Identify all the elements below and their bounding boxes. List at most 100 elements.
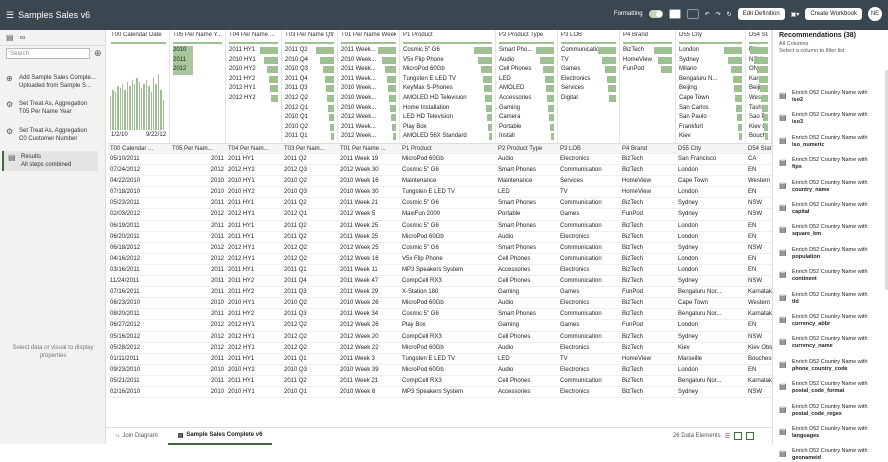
data-tab-icon[interactable]: ▤ <box>6 33 14 42</box>
profile-value[interactable]: Frankfurt <box>679 123 742 133</box>
table-row[interactable]: 03/16/2011 2011 2011 HY1 2011 Q1 2011 Week 1… <box>108 265 772 277</box>
recommendation-item[interactable]: ▤ Enrich D52 Country Name with postal_code… <box>779 404 887 418</box>
recommendation-item[interactable]: ▤ Enrich D52 Country Name with languages <box>779 426 887 440</box>
profile-value[interactable]: Cosmic 5" G6 <box>403 46 492 56</box>
table-row[interactable]: 05/28/2012 2012 2012 HY1 2012 Q2 2012 Week 2… <box>108 343 772 354</box>
profile-value[interactable]: Cell Phones <box>499 65 554 75</box>
table-row[interactable]: 11/24/2011 2011 2011 HY2 2011 Q4 2011 Week 4… <box>108 276 772 288</box>
table-row[interactable]: 01/11/2011 2011 2011 HY1 2011 Q1 2011 Week 3… <box>108 354 772 365</box>
profile-value[interactable]: Play Box <box>403 123 492 133</box>
edit-definition-button[interactable]: Edit Definition <box>737 8 785 20</box>
profile-value[interactable]: Home Installation <box>403 104 492 114</box>
profile-value[interactable]: Kiev Oblast <box>749 123 768 133</box>
profile-column[interactable]: T00 Calendar Date 1/2/10 9/22/12 <box>108 30 170 143</box>
profile-value[interactable]: 2010 Q1 <box>285 113 334 123</box>
recommendation-item[interactable]: ▤ Enrich D52 Country Name with tld <box>779 292 887 306</box>
table-row[interactable]: 05/10/2011 2011 2011 HY1 2011 Q2 2011 Week 1… <box>108 154 772 166</box>
profile-column[interactable]: D55 City London Sydney Milano Bengaluru N...… <box>676 30 746 143</box>
column-header[interactable]: T05 Per Nam... <box>170 144 226 153</box>
table-row[interactable]: 05/23/2011 2011 2011 HY1 2011 Q2 2011 Week 2… <box>108 198 772 210</box>
profile-value[interactable]: 2011 HY2 <box>229 75 278 85</box>
step-results[interactable]: ▤ Results All steps combined <box>2 151 98 171</box>
table-row[interactable]: 07/16/2011 2011 2011 HY2 2011 Q3 2011 Week 2… <box>108 287 772 299</box>
profile-value[interactable]: Kiev <box>679 132 742 142</box>
profile-value[interactable]: Western Ca... <box>749 94 768 104</box>
profile-value[interactable]: Sao Paulo <box>749 113 768 123</box>
profile-value[interactable]: ON <box>749 65 768 75</box>
step-set-treat-as-1[interactable]: ⚙ Set Treat As, Aggregation T05 Per Name … <box>6 100 102 116</box>
table-row[interactable]: 06/20/2011 2011 2011 HY1 2011 Q2 2011 Week 2… <box>108 232 772 243</box>
recommendation-item[interactable]: ▤ Enrich D52 Country Name with square_km <box>779 224 887 238</box>
profile-value[interactable]: Tashkent <box>749 104 768 114</box>
profile-value[interactable]: 2010 Week... <box>341 84 396 94</box>
profile-value[interactable]: Camera <box>499 113 554 123</box>
column-header[interactable]: T01 Per Name ... <box>338 144 400 153</box>
profile-value[interactable]: Install <box>499 132 554 142</box>
profile-value[interactable]: KeyMax S-Phones <box>403 84 492 94</box>
profile-value[interactable]: Bengaluru N... <box>679 75 742 85</box>
recommendation-item[interactable]: ▤ Enrich D52 Country Name with continent <box>779 269 887 283</box>
list-icon[interactable]: ☰ <box>725 433 730 440</box>
recommendation-item[interactable]: ▤ Enrich D52 Country Name with iso_numeric <box>779 135 887 149</box>
profile-value[interactable]: 2012 Week... <box>341 113 396 123</box>
profile-value[interactable]: 2012 Q1 <box>285 104 334 114</box>
profile-value[interactable]: AMOLED HD Television <box>403 94 492 104</box>
profile-value[interactable]: 2011 HY1 <box>229 46 278 56</box>
profile-value[interactable]: AMOLED 56X Standard <box>403 132 492 142</box>
recommendation-item[interactable]: ▤ Enrich D52 Country Name with phone_count… <box>779 359 887 373</box>
tab-join-diagram[interactable]: ⤷ Join Diagram <box>106 428 168 445</box>
profile-value[interactable]: Cape Town <box>679 94 742 104</box>
column-header[interactable]: P1 Product <box>400 144 496 153</box>
recommendation-item[interactable]: ▤ Enrich D52 Country Name with country_nam… <box>779 180 887 194</box>
recommendation-item[interactable]: ▤ Enrich D52 Country Name with currency_na… <box>779 336 887 350</box>
profile-value[interactable]: 2010 Q2 <box>285 123 334 133</box>
formatting-toggle[interactable] <box>648 10 663 18</box>
profile-value[interactable]: Smart Pho... <box>499 46 554 56</box>
table-row[interactable]: 08/20/2011 2011 2011 HY2 2011 Q3 2011 Week 3… <box>108 309 772 321</box>
table-row[interactable]: 04/22/2010 2010 2010 HY1 2010 Q2 2010 Week 1… <box>108 176 772 188</box>
profile-column[interactable]: P3 LOB Communication TV Games Electronics Ser… <box>558 30 620 143</box>
profile-value[interactable]: HomeView <box>623 56 672 66</box>
profile-value[interactable]: 2012 Q2 <box>285 94 334 104</box>
profile-value[interactable]: Services <box>561 84 616 94</box>
table-row[interactable]: 06/18/2012 2012 2012 HY1 2012 Q2 2012 Week 2… <box>108 243 772 254</box>
profile-value[interactable]: Sydney <box>679 56 742 66</box>
layout-view-icon[interactable] <box>734 432 742 440</box>
profile-value[interactable]: 2011 Q4 <box>285 75 334 85</box>
profile-column[interactable]: P2 Product Type Smart Pho... Audio Cell Pho… <box>496 30 558 143</box>
column-header[interactable]: D55 City <box>676 144 746 153</box>
column-header[interactable]: P4 Brand <box>620 144 676 153</box>
profile-column[interactable]: P1 Product Cosmic 5" G6 V5x Flip Phone Micr… <box>400 30 496 143</box>
profile-value[interactable]: London <box>679 46 742 56</box>
save-icon[interactable]: ▣▾ <box>791 11 800 18</box>
profile-column[interactable]: T03 Per Name Qtr 2011 Q2 2010 Q4 2010 Q3 201… <box>282 30 338 143</box>
column-header[interactable]: T04 Per Nam... <box>226 144 282 153</box>
profile-value[interactable]: MicroPod 60Gb <box>403 65 492 75</box>
profile-value[interactable]: 2010 Week... <box>341 56 396 66</box>
table-row[interactable]: 06/27/2012 2012 2012 HY1 2012 Q2 2012 Week 2… <box>108 320 772 332</box>
profile-value[interactable]: Beijing <box>749 84 768 94</box>
profile-value[interactable]: Audio <box>499 56 554 66</box>
profile-value[interactable]: 2010 HY2 <box>229 65 278 75</box>
profile-value[interactable]: Beijing <box>679 84 742 94</box>
redo-icon[interactable]: ↷ <box>716 11 721 18</box>
profile-value[interactable]: 2011 Week... <box>341 75 396 85</box>
step-set-treat-as-2[interactable]: ⚙ Set Treat As, Aggregation C0 Customer N… <box>6 127 102 143</box>
profile-value[interactable]: Karnataka <box>749 75 768 85</box>
recommendation-item[interactable]: ▤ Enrich D52 Country Name with fips <box>779 157 887 171</box>
profile-value[interactable]: TV <box>561 56 616 66</box>
profile-value[interactable]: Bouches-du <box>749 132 768 142</box>
column-header[interactable]: T03 Per Nam... <box>282 144 338 153</box>
profile-value[interactable]: 2011 <box>173 55 193 66</box>
profile-value[interactable]: Milano <box>679 65 742 75</box>
layout-view-icon-2[interactable] <box>746 432 754 440</box>
profile-column[interactable]: T01 Per Name Week 2011 Week... 2010 Week..… <box>338 30 400 143</box>
create-workbook-button[interactable]: Create Workbook <box>805 8 862 20</box>
profile-value[interactable]: 2010 Q3 <box>285 65 334 75</box>
profile-value[interactable]: LED <box>499 75 554 85</box>
profile-value[interactable]: 2011 Q2 <box>285 46 334 56</box>
profile-value[interactable]: Gaming <box>499 104 554 114</box>
profile-value[interactable]: EN <box>749 46 768 56</box>
profile-value[interactable]: FunPod <box>623 65 672 75</box>
column-header[interactable]: D54 Stat <box>746 144 772 153</box>
